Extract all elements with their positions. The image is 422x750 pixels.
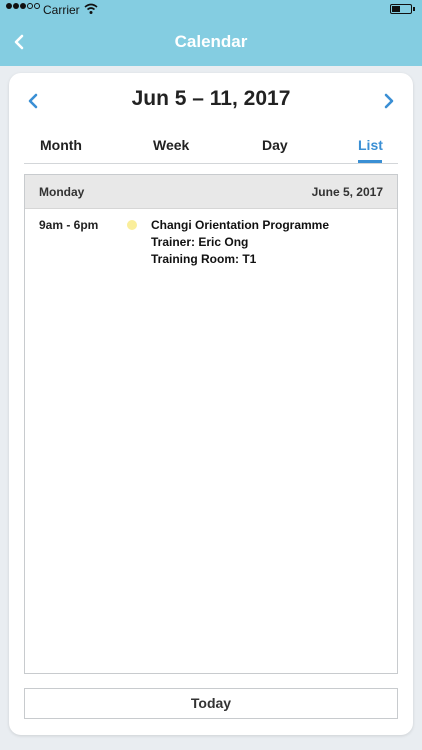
- event-time: 9am - 6pm: [39, 218, 99, 232]
- today-button[interactable]: Today: [24, 688, 398, 719]
- day-date: June 5, 2017: [311, 185, 383, 199]
- next-week-chevron-icon[interactable]: [378, 90, 400, 112]
- active-tab-indicator: [358, 160, 382, 163]
- calendar-card: Jun 5 – 11, 2017 Month Week Day List Mon…: [9, 73, 413, 735]
- event-trainer: Trainer: Eric Ong: [151, 235, 249, 249]
- tab-week[interactable]: Week: [153, 137, 189, 153]
- event-details: Changi Orientation Programme Trainer: Er…: [151, 217, 329, 268]
- navigation-bar: Calendar: [0, 20, 422, 66]
- event-room: Training Room: T1: [151, 252, 257, 266]
- tab-list[interactable]: List: [358, 137, 383, 153]
- view-tabs: Month Week Day List: [24, 129, 398, 164]
- battery-icon: [390, 4, 415, 14]
- signal-strength-icon: [6, 3, 40, 9]
- date-range-title: Jun 5 – 11, 2017: [131, 87, 291, 110]
- wifi-icon: [84, 3, 98, 14]
- event-list: Monday June 5, 2017 9am - 6pm Changi Ori…: [24, 174, 398, 674]
- day-name: Monday: [39, 185, 85, 199]
- carrier-label: Carrier: [43, 3, 80, 17]
- event-color-dot: [127, 220, 137, 230]
- event-item[interactable]: 9am - 6pm Changi Orientation Programme T…: [25, 209, 397, 279]
- date-range-row: Jun 5 – 11, 2017: [9, 73, 413, 127]
- page-title: Calendar: [174, 32, 248, 51]
- event-title: Changi Orientation Programme: [151, 218, 330, 232]
- tab-month[interactable]: Month: [40, 137, 82, 153]
- day-header: Monday June 5, 2017: [25, 175, 397, 209]
- tab-day[interactable]: Day: [262, 137, 288, 153]
- status-bar: Carrier: [0, 0, 422, 20]
